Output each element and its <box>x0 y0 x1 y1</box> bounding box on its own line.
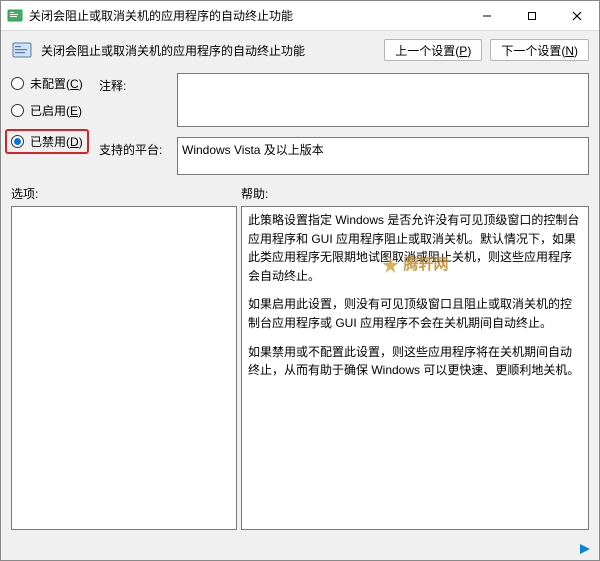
maximize-button[interactable] <box>509 1 554 30</box>
close-button[interactable] <box>554 1 599 30</box>
status-strip <box>1 538 599 560</box>
policy-icon <box>11 39 33 61</box>
app-icon <box>7 8 23 24</box>
platform-row: 支持的平台: Windows Vista 及以上版本 <box>99 137 589 175</box>
policy-title: 关闭会阻止或取消关机的应用程序的自动终止功能 <box>41 42 376 59</box>
radio-icon <box>11 104 24 117</box>
help-label: 帮助: <box>241 185 268 202</box>
panels-row: 此策略设置指定 Windows 是否允许没有可见顶级窗口的控制台应用程序和 GU… <box>1 206 599 538</box>
state-radio-group: 未配置(C) 已启用(E) 已禁用(D) <box>11 73 89 175</box>
radio-not-configured[interactable]: 未配置(C) <box>11 75 89 92</box>
config-area: 未配置(C) 已启用(E) 已禁用(D) 注释: 支持的平台: Windows … <box>1 69 599 181</box>
help-paragraph: 如果启用此设置，则没有可见顶级窗口且阻止或取消关机的控制台应用程序或 GUI 应… <box>248 295 582 332</box>
fields-column: 注释: 支持的平台: Windows Vista 及以上版本 <box>99 73 589 175</box>
window-title: 关闭会阻止或取消关机的应用程序的自动终止功能 <box>29 7 464 24</box>
options-label: 选项: <box>11 185 241 202</box>
help-paragraph: 如果禁用或不配置此设置，则这些应用程序将在关机期间自动终止，从而有助于确保 Wi… <box>248 343 582 380</box>
radio-disabled[interactable]: 已禁用(D) <box>5 129 89 154</box>
panel-labels: 选项: 帮助: <box>1 181 599 206</box>
notes-input[interactable] <box>177 73 589 127</box>
next-setting-button[interactable]: 下一个设置(N) <box>490 39 589 61</box>
notes-row: 注释: <box>99 73 589 127</box>
radio-icon <box>11 135 24 148</box>
help-paragraph: 此策略设置指定 Windows 是否允许没有可见顶级窗口的控制台应用程序和 GU… <box>248 211 582 285</box>
notes-label: 注释: <box>99 73 169 127</box>
header-row: 关闭会阻止或取消关机的应用程序的自动终止功能 上一个设置(P) 下一个设置(N) <box>1 31 599 69</box>
platform-label: 支持的平台: <box>99 137 169 175</box>
radio-enabled[interactable]: 已启用(E) <box>11 102 89 119</box>
window-buttons <box>464 1 599 30</box>
dialog-window: 关闭会阻止或取消关机的应用程序的自动终止功能 关闭会阻止或取消关机的应用程序的自… <box>0 0 600 561</box>
next-arrow-icon[interactable] <box>577 541 593 557</box>
help-panel: 此策略设置指定 Windows 是否允许没有可见顶级窗口的控制台应用程序和 GU… <box>241 206 589 530</box>
radio-icon <box>11 77 24 90</box>
platform-value: Windows Vista 及以上版本 <box>177 137 589 175</box>
options-panel <box>11 206 237 530</box>
previous-setting-button[interactable]: 上一个设置(P) <box>384 39 482 61</box>
titlebar: 关闭会阻止或取消关机的应用程序的自动终止功能 <box>1 1 599 31</box>
minimize-button[interactable] <box>464 1 509 30</box>
